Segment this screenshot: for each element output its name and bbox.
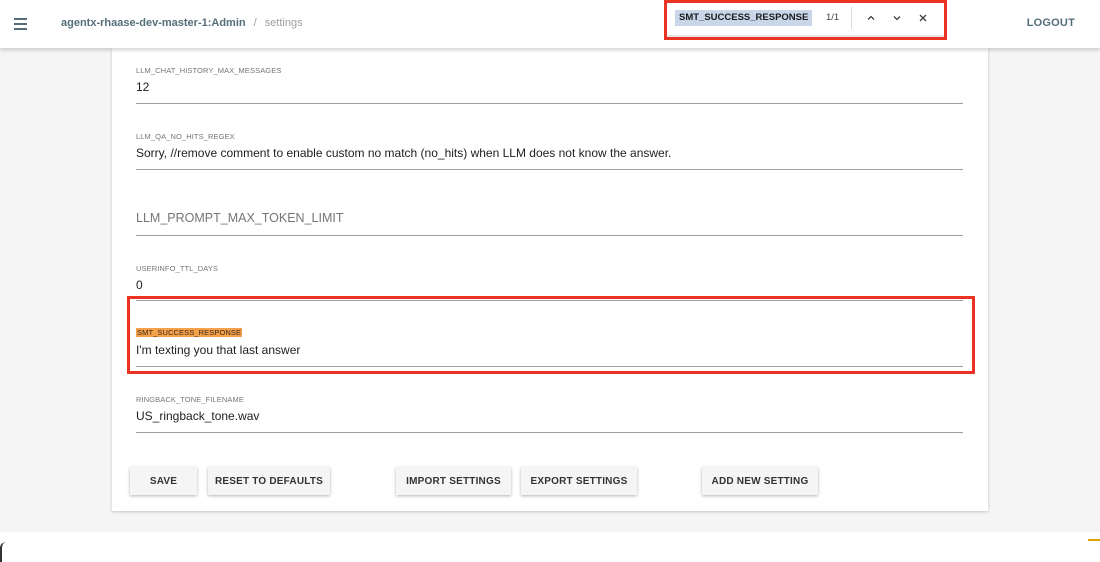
- setting-field-smt-success-response[interactable]: SMT_SUCCESS_RESPONSE I'm texting you tha…: [136, 319, 963, 367]
- setting-placeholder[interactable]: LLM_PROMPT_MAX_TOKEN_LIMIT: [136, 211, 343, 225]
- setting-value[interactable]: Sorry, //remove comment to enable custom…: [136, 146, 671, 160]
- setting-field-ringback-tone-filename[interactable]: RINGBACK_TONE_FILENAME US_ringback_tone.…: [136, 385, 963, 433]
- breadcrumb-page: settings: [264, 17, 303, 29]
- setting-field-userinfo-ttl-days[interactable]: USERINFO_TTL_DAYS 0: [136, 254, 963, 301]
- setting-value[interactable]: I'm texting you that last answer: [136, 343, 300, 357]
- menu-icon[interactable]: [8, 12, 32, 36]
- reset-to-defaults-button[interactable]: RESET TO DEFAULTS: [208, 467, 330, 495]
- export-settings-button[interactable]: EXPORT SETTINGS: [521, 467, 637, 495]
- bottom-panel: [0, 532, 1100, 562]
- window-corner: [0, 542, 6, 562]
- find-divider: [851, 7, 852, 29]
- setting-field-llm-qa-no-hits-regex[interactable]: LLM_QA_NO_HITS_REGEX Sorry, //remove com…: [136, 122, 963, 170]
- breadcrumb: agentx-rhaase-dev-master-1:Admin / setti…: [61, 17, 303, 29]
- find-next-chevron-down-icon[interactable]: [886, 7, 908, 29]
- find-previous-chevron-up-icon[interactable]: [860, 7, 882, 29]
- setting-value[interactable]: 12: [136, 80, 149, 94]
- setting-label: LLM_QA_NO_HITS_REGEX: [136, 132, 235, 141]
- setting-label: RINGBACK_TONE_FILENAME: [136, 395, 244, 404]
- breadcrumb-app[interactable]: agentx-rhaase-dev-master-1:Admin: [61, 17, 246, 29]
- setting-value[interactable]: 0: [136, 278, 143, 292]
- breadcrumb-separator: /: [253, 17, 257, 29]
- add-new-setting-button[interactable]: ADD NEW SETTING: [702, 467, 818, 495]
- setting-label: LLM_CHAT_HISTORY_MAX_MESSAGES: [136, 66, 282, 75]
- save-button[interactable]: SAVE: [130, 467, 197, 495]
- find-bar-underline: [667, 35, 944, 37]
- logout-button[interactable]: LOGOUT: [1027, 17, 1075, 29]
- setting-label-highlighted: SMT_SUCCESS_RESPONSE: [136, 328, 243, 337]
- find-bar: SMT_SUCCESS_RESPONSE 1/1: [664, 0, 947, 40]
- setting-field-llm-prompt-max-token-limit[interactable]: LLM_PROMPT_MAX_TOKEN_LIMIT: [136, 188, 963, 236]
- find-close-icon[interactable]: [912, 7, 934, 29]
- scroll-marker: [1088, 539, 1100, 541]
- setting-label: USERINFO_TTL_DAYS: [136, 264, 218, 273]
- import-settings-button[interactable]: IMPORT SETTINGS: [396, 467, 511, 495]
- setting-field-llm-chat-history-max-messages[interactable]: LLM_CHAT_HISTORY_MAX_MESSAGES 12: [136, 56, 963, 104]
- setting-value[interactable]: US_ringback_tone.wav: [136, 409, 259, 423]
- find-input[interactable]: SMT_SUCCESS_RESPONSE: [675, 10, 813, 26]
- find-match-count: 1/1: [826, 12, 840, 23]
- settings-card: LLM_CHAT_HISTORY_MAX_MESSAGES 12 LLM_QA_…: [112, 48, 988, 511]
